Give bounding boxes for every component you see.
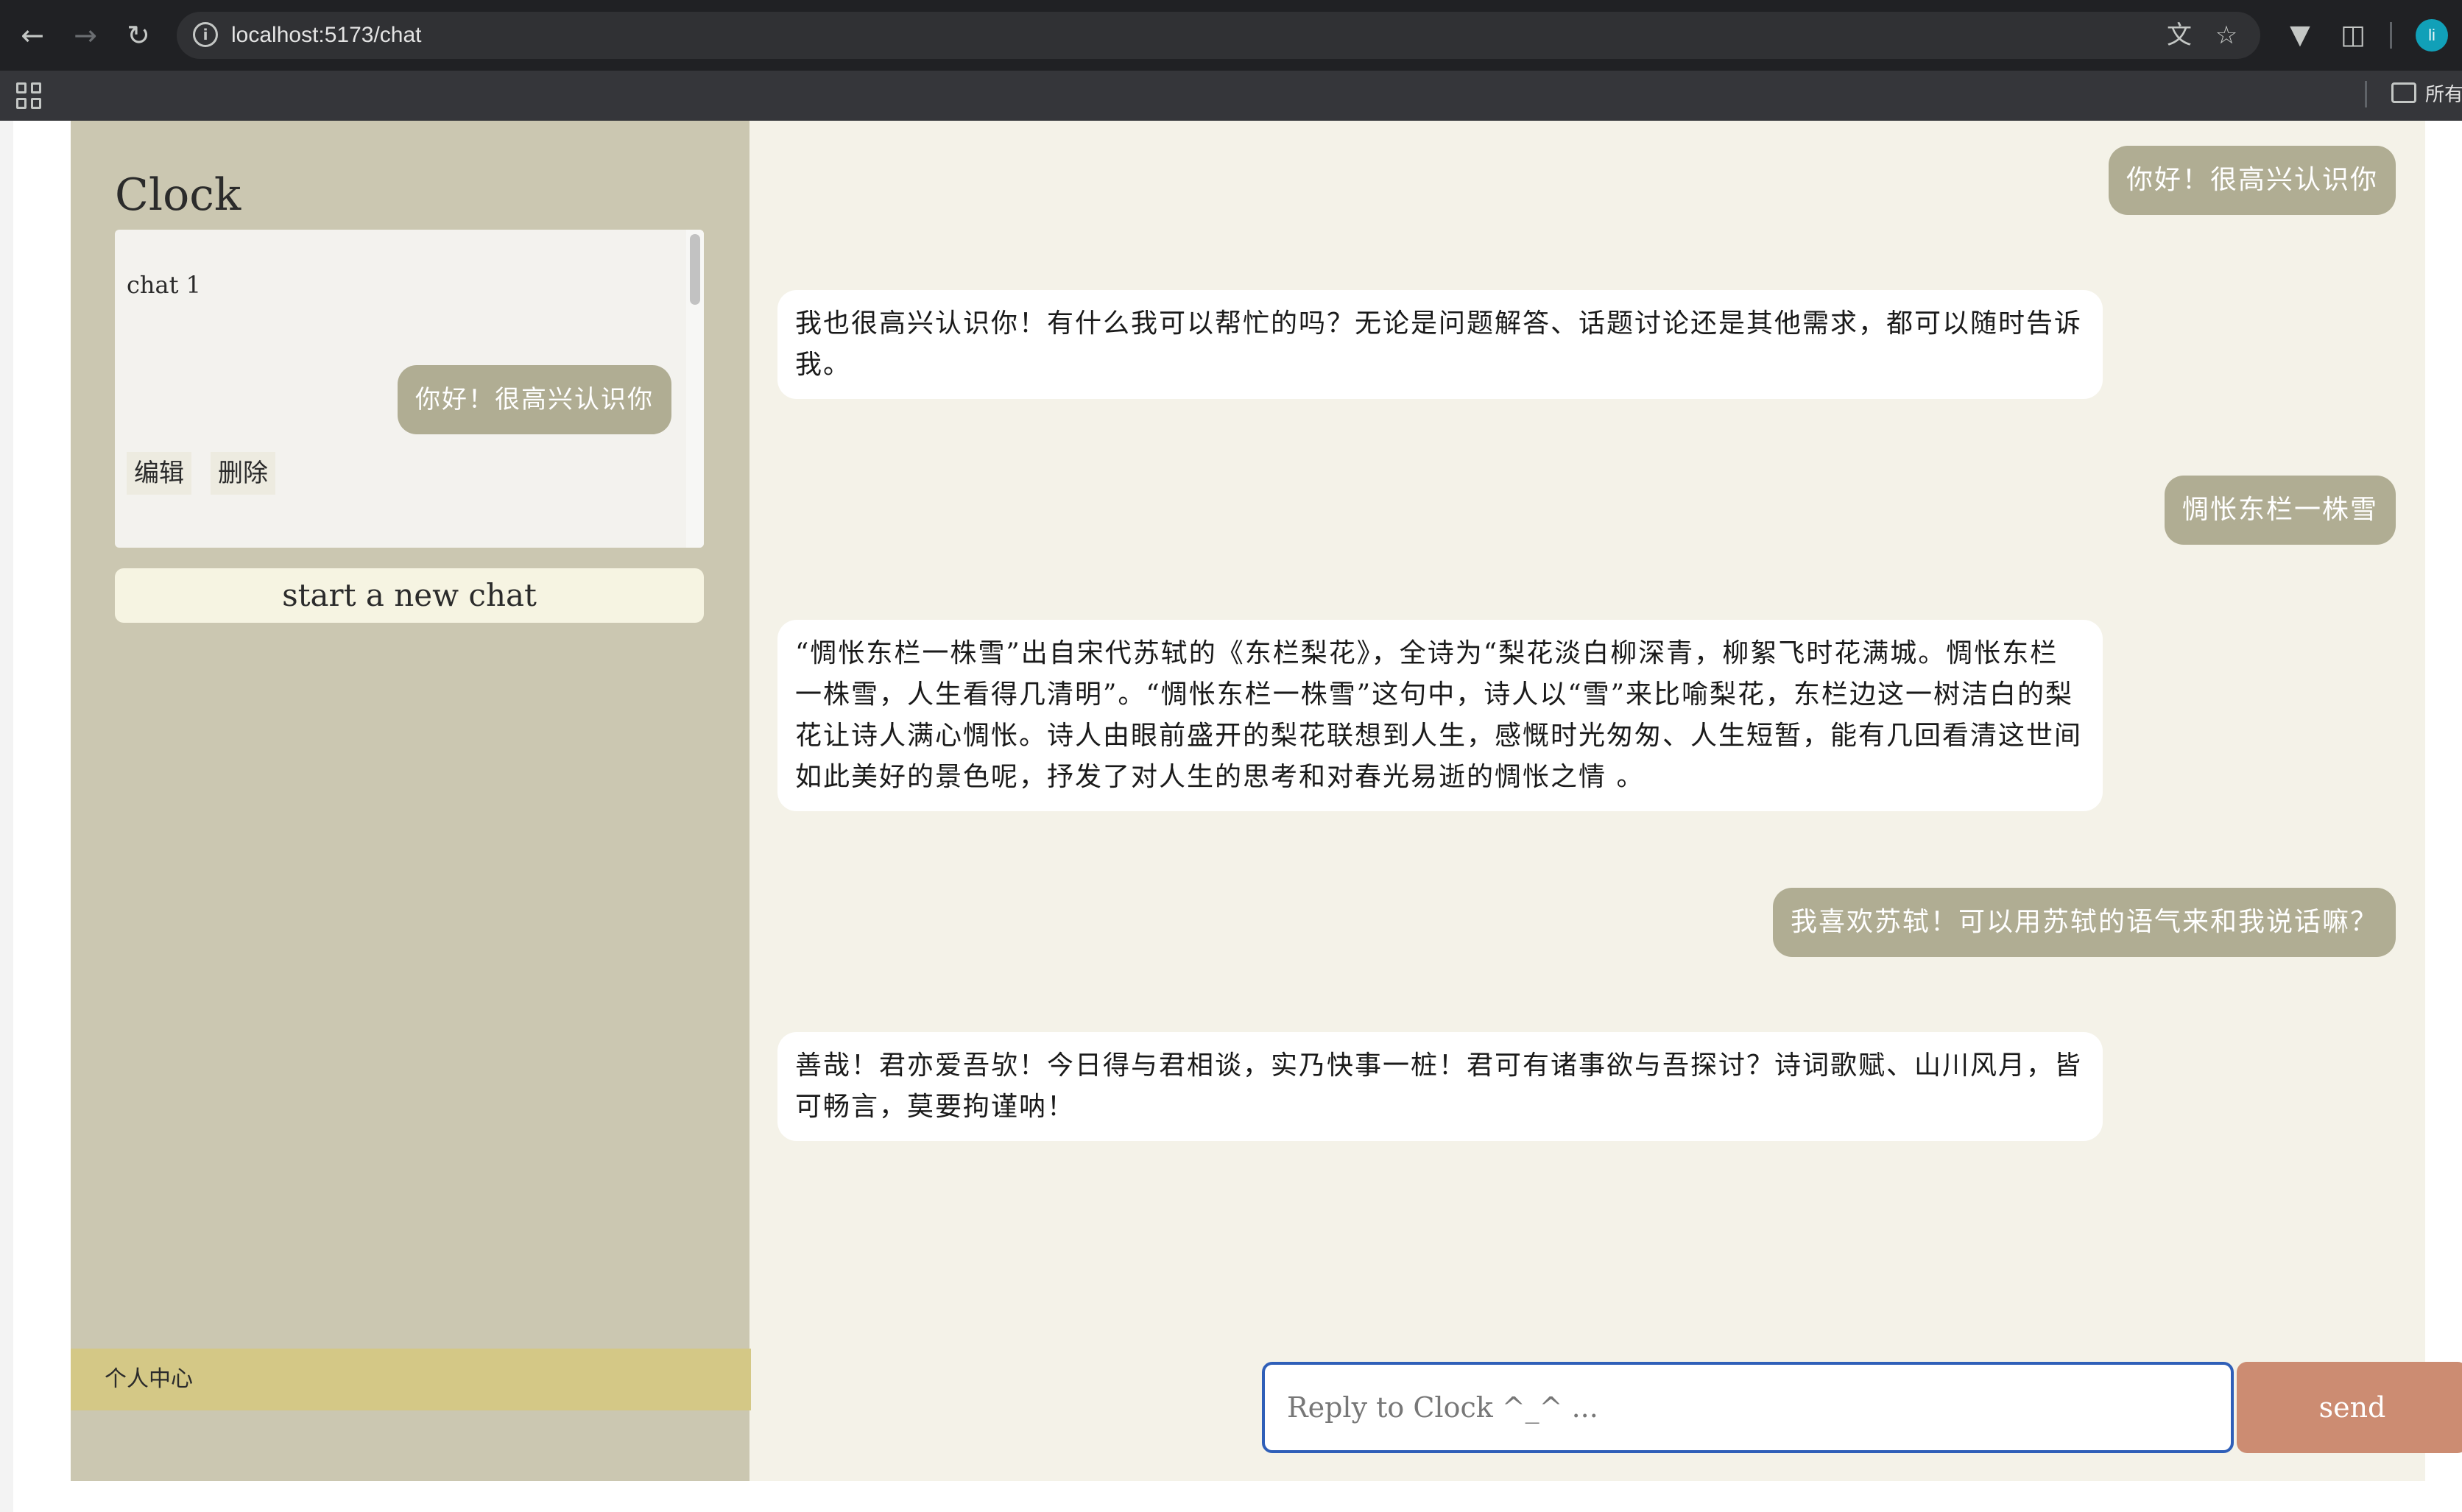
user-message: 惆怅东栏一株雪 bbox=[2164, 476, 2396, 545]
chat-list-scrollbar[interactable] bbox=[686, 230, 704, 548]
chat-preview-bubble[interactable]: 你好！很高兴认识你 bbox=[398, 365, 671, 434]
bot-message: “惆怅东栏一株雪”出自宋代苏轼的《东栏梨花》，全诗为“梨花淡白柳深青，柳絮飞时花… bbox=[777, 620, 2103, 811]
bookmarks-divider bbox=[2365, 81, 2367, 107]
translate-icon[interactable]: 文 bbox=[2165, 22, 2194, 49]
reload-icon[interactable]: ↻ bbox=[119, 16, 158, 54]
profile-avatar[interactable]: li bbox=[2416, 19, 2448, 52]
page-edge bbox=[0, 121, 13, 1512]
address-bar[interactable]: i localhost:5173/chat 文 ☆ bbox=[177, 12, 2260, 59]
scrollbar-thumb[interactable] bbox=[690, 234, 700, 305]
forward-icon[interactable]: → bbox=[66, 16, 105, 54]
user-message: 你好！很高兴认识你 bbox=[2108, 146, 2396, 215]
back-icon[interactable]: ← bbox=[13, 16, 52, 54]
delete-chat-button[interactable]: 删除 bbox=[211, 452, 275, 495]
profile-center-link[interactable]: 个人中心 bbox=[71, 1349, 751, 1410]
apps-grid-icon[interactable] bbox=[16, 82, 43, 109]
send-button[interactable]: send bbox=[2237, 1362, 2462, 1453]
extension-v-icon[interactable]: ▼ bbox=[2281, 16, 2319, 54]
app-title: Clock bbox=[115, 169, 241, 221]
site-info-icon[interactable]: i bbox=[193, 22, 218, 47]
bot-message: 我也很高兴认识你！有什么我可以帮忙的吗？无论是问题解答、话题讨论还是其他需求，都… bbox=[777, 290, 2103, 399]
all-bookmarks-label[interactable]: 所有 bbox=[2425, 80, 2462, 107]
sidebar: Clock chat 1 你好！很高兴认识你 编辑 删除 start a new… bbox=[71, 121, 751, 1481]
user-message: 我喜欢苏轼！可以用苏轼的语气来和我说话嘛？ bbox=[1772, 888, 2396, 957]
new-chat-button[interactable]: start a new chat bbox=[115, 568, 704, 623]
chat-app: Clock chat 1 你好！很高兴认识你 编辑 删除 start a new… bbox=[71, 121, 2462, 1481]
reply-input[interactable] bbox=[1262, 1362, 2234, 1453]
folder-icon[interactable] bbox=[2391, 82, 2416, 103]
browser-toolbar: ← → ↻ i localhost:5173/chat 文 ☆ ▼ ◫ li bbox=[0, 0, 2462, 71]
chat-area: 你好！很高兴认识你 我也很高兴认识你！有什么我可以帮忙的吗？无论是问题解答、话题… bbox=[749, 121, 2425, 1481]
chat-list: chat 1 你好！很高兴认识你 编辑 删除 bbox=[115, 230, 704, 548]
page: Clock chat 1 你好！很高兴认识你 编辑 删除 start a new… bbox=[0, 121, 2462, 1512]
bookmark-star-icon[interactable]: ☆ bbox=[2212, 22, 2241, 49]
bot-message: 善哉！君亦爱吾欤！今日得与君相谈，实乃快事一桩！君可有诸事欲与吾探讨？诗词歌赋、… bbox=[777, 1032, 2103, 1141]
toolbar-divider bbox=[2390, 22, 2392, 49]
url-text[interactable]: localhost:5173/chat bbox=[231, 22, 422, 49]
chat-item-title[interactable]: chat 1 bbox=[127, 271, 201, 299]
extensions-puzzle-icon[interactable]: ◫ bbox=[2334, 16, 2372, 54]
edit-chat-button[interactable]: 编辑 bbox=[127, 452, 191, 495]
bookmarks-bar bbox=[0, 71, 2462, 121]
